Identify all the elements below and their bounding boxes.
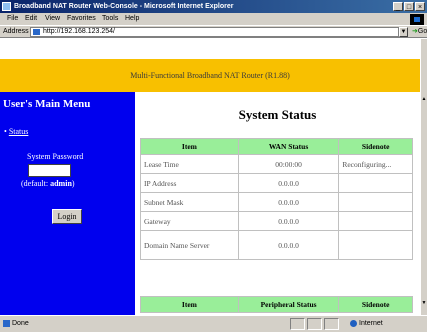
- scroll-down-icon[interactable]: ▼: [421, 301, 427, 307]
- scroll-up-icon[interactable]: ▲: [421, 97, 427, 103]
- router-banner: Multi-Functional Broadband NAT Router (R…: [0, 59, 420, 92]
- login-button[interactable]: Login: [52, 209, 82, 224]
- page-viewport: Multi-Functional Broadband NAT Router (R…: [0, 39, 420, 315]
- row-value: 0.0.0.0: [238, 174, 339, 192]
- internet-zone-icon: [350, 319, 357, 327]
- menu-file[interactable]: File: [7, 13, 18, 25]
- row-note: [339, 193, 412, 211]
- default-hint-suffix: ): [71, 179, 75, 188]
- row-note: Reconfiguring...: [339, 155, 412, 173]
- table-header-row: Item Peripheral Status Sidenote: [141, 297, 412, 312]
- minimize-button[interactable]: _: [393, 2, 403, 11]
- status-text: Done: [3, 319, 29, 329]
- password-label: System Password: [27, 152, 84, 161]
- window-title: Broadband NAT Router Web-Console - Micro…: [14, 3, 234, 10]
- status-panel: [307, 318, 322, 330]
- status-link-label: Status: [8, 127, 29, 136]
- table-row: Gateway 0.0.0.0: [141, 212, 412, 230]
- zone-label: Internet: [359, 320, 383, 327]
- row-note: [339, 174, 412, 192]
- status-bar: Done Internet: [0, 315, 427, 332]
- internet-explorer-icon: [2, 2, 11, 11]
- page-title: System Status: [238, 107, 317, 122]
- menu-view[interactable]: View: [45, 13, 60, 25]
- address-url: http://192.168.123.254/: [43, 28, 116, 35]
- address-label: Address: [3, 28, 29, 35]
- table-row: Subnet Mask 0.0.0.0: [141, 193, 412, 211]
- address-input[interactable]: http://192.168.123.254/: [30, 27, 399, 37]
- close-button[interactable]: ×: [415, 2, 425, 11]
- table-header-row: Item WAN Status Sidenote: [141, 139, 412, 154]
- vertical-scrollbar[interactable]: ▲ ▼: [420, 39, 427, 315]
- col-peripheral-status: Peripheral Status: [238, 297, 339, 312]
- status-panel: [290, 318, 305, 330]
- window-controls: _ □ ×: [393, 2, 425, 11]
- row-value: 00:00:00: [238, 155, 339, 173]
- col-sidenote: Sidenote: [339, 297, 412, 312]
- address-dropdown-button[interactable]: ▼: [399, 27, 408, 37]
- row-value: 0.0.0.0: [238, 212, 339, 230]
- table-row: Lease Time 00:00:00 Reconfiguring...: [141, 155, 412, 173]
- row-item: Gateway: [141, 212, 238, 230]
- wan-status-table: Item WAN Status Sidenote Lease Time 00:0…: [140, 138, 413, 260]
- col-item: Item: [141, 297, 238, 312]
- table-row: IP Address 0.0.0.0: [141, 174, 412, 192]
- sidebar-title: User's Main Menu: [3, 98, 91, 110]
- sidebar-item-status[interactable]: • Status: [4, 127, 28, 136]
- windows-logo-icon: [410, 14, 424, 25]
- status-done-label: Done: [12, 320, 29, 327]
- menu-tools[interactable]: Tools: [102, 13, 118, 25]
- go-button[interactable]: ➜Go: [412, 27, 427, 37]
- password-input[interactable]: [28, 164, 71, 177]
- row-item: IP Address: [141, 174, 238, 192]
- table-row: Domain Name Server 0.0.0.0: [141, 231, 412, 259]
- menu-favorites[interactable]: Favorites: [67, 13, 96, 25]
- go-label: Go: [417, 28, 427, 35]
- col-sidenote: Sidenote: [339, 139, 412, 154]
- default-password-value: admin: [50, 179, 72, 188]
- row-item: Subnet Mask: [141, 193, 238, 211]
- security-zone: Internet: [350, 319, 383, 329]
- window-title-bar[interactable]: Broadband NAT Router Web-Console - Micro…: [0, 0, 427, 13]
- row-value: 0.0.0.0: [238, 231, 339, 259]
- maximize-button[interactable]: □: [404, 2, 414, 11]
- sidebar: User's Main Menu • Status System Passwor…: [0, 92, 135, 315]
- row-item: Lease Time: [141, 155, 238, 173]
- col-wan-status: WAN Status: [238, 139, 339, 154]
- page-icon: [33, 29, 40, 35]
- row-value: 0.0.0.0: [238, 193, 339, 211]
- menu-help[interactable]: Help: [125, 13, 139, 25]
- col-item: Item: [141, 139, 238, 154]
- row-note: [339, 231, 412, 259]
- row-note: [339, 212, 412, 230]
- row-item: Domain Name Server: [141, 231, 238, 259]
- peripheral-status-table: Item Peripheral Status Sidenote: [140, 296, 413, 313]
- status-panel: [324, 318, 339, 330]
- page-done-icon: [3, 319, 10, 327]
- menu-edit[interactable]: Edit: [25, 13, 37, 25]
- address-bar: Address http://192.168.123.254/ ▼ ➜Go: [0, 25, 427, 38]
- default-hint-prefix: (default:: [21, 179, 51, 188]
- default-password-hint: (default: admin): [21, 179, 75, 188]
- menu-bar: File Edit View Favorites Tools Help: [0, 13, 427, 25]
